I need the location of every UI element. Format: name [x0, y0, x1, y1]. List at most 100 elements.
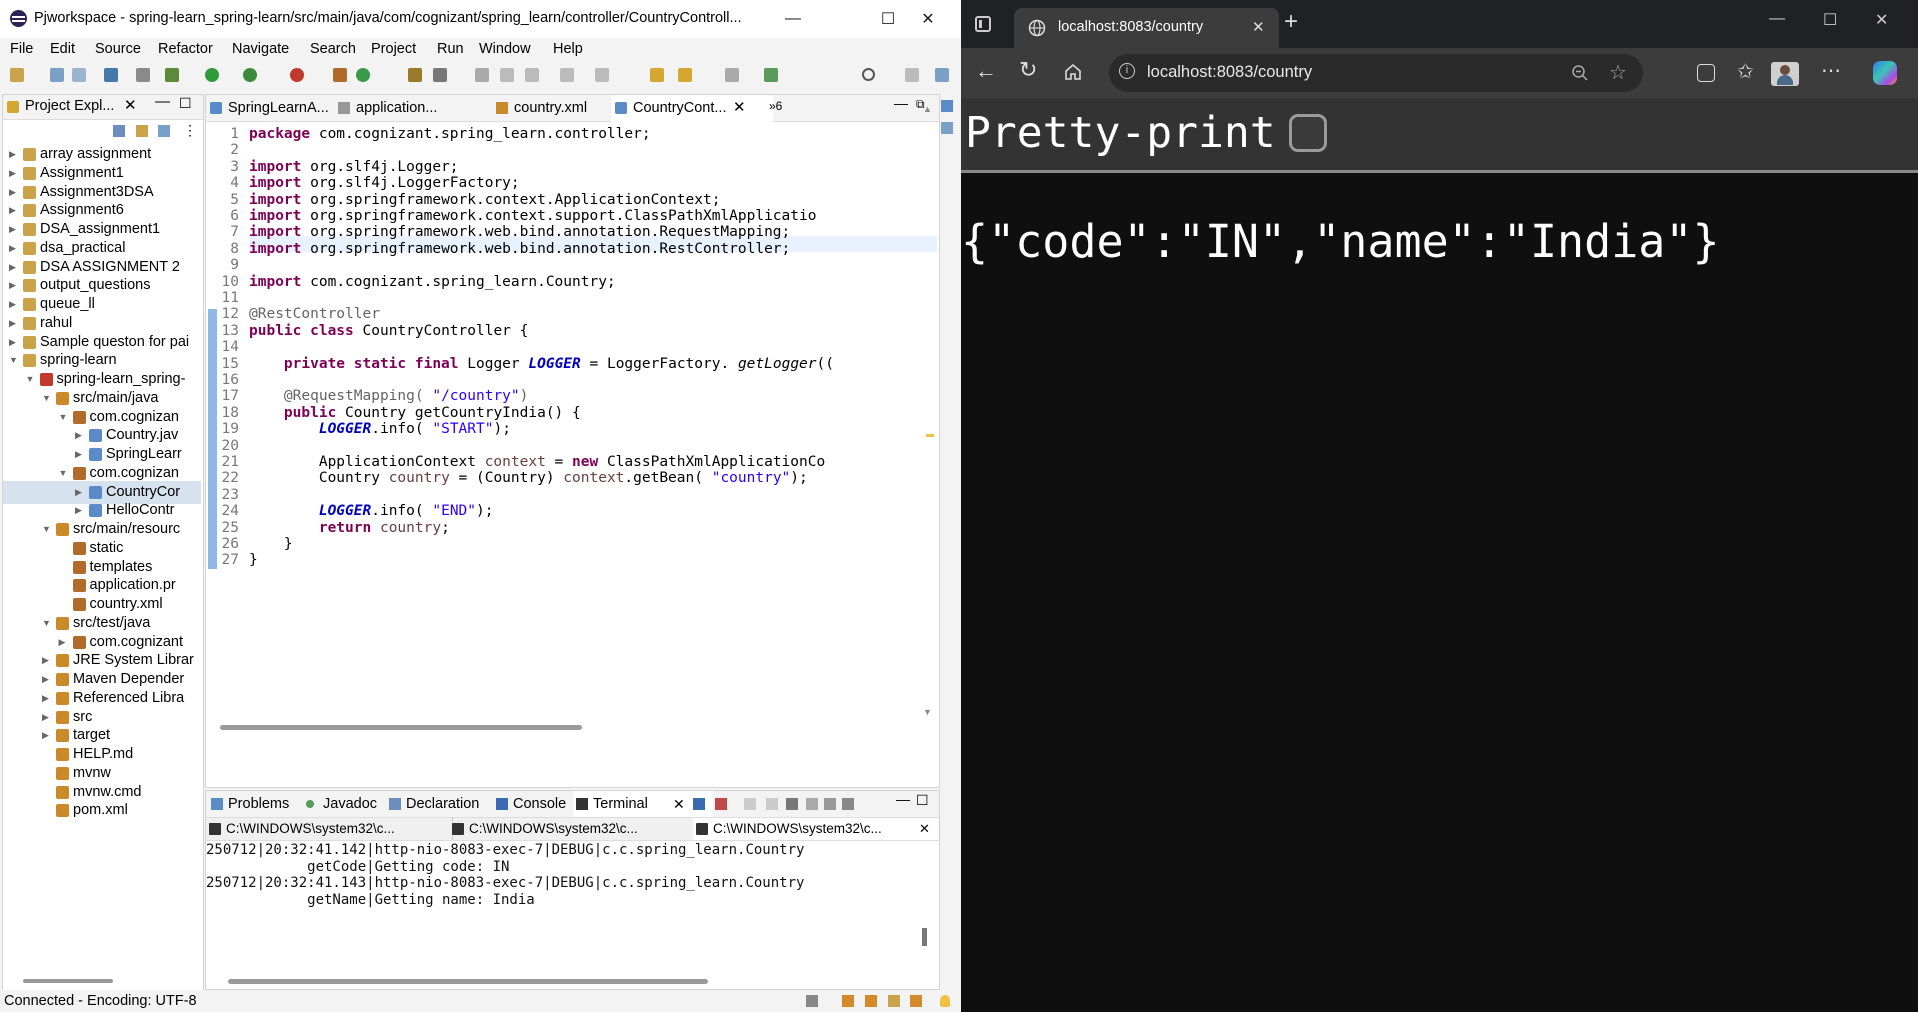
new-java-project-icon[interactable]: [333, 68, 347, 82]
scroll-lock-icon[interactable]: [744, 798, 756, 810]
terminal-vertical-scrollbar[interactable]: [922, 928, 927, 946]
tip-bulb-icon[interactable]: [940, 995, 950, 1007]
menu-search[interactable]: Search: [310, 41, 356, 57]
editor-horizontal-scrollbar[interactable]: [220, 725, 582, 730]
back-arrow-icon[interactable]: ←: [975, 58, 997, 84]
close-terminal-icon[interactable]: ✕: [919, 818, 930, 840]
extensions-icon[interactable]: [1697, 64, 1715, 82]
open-perspective-icon[interactable]: [905, 68, 919, 82]
home-icon[interactable]: [1063, 62, 1083, 82]
close-tab-icon[interactable]: ✕: [733, 95, 746, 121]
menu-help[interactable]: Help: [553, 41, 583, 57]
tab-javadoc[interactable]: Javadoc: [303, 791, 377, 817]
java-perspective-icon[interactable]: [935, 68, 949, 82]
url-text[interactable]: localhost:8083/country: [1147, 63, 1312, 82]
favorites-icon[interactable]: ✩: [1737, 59, 1754, 84]
tab-problems[interactable]: Problems: [208, 791, 289, 817]
new-terminal-icon[interactable]: [693, 798, 705, 810]
new-package-icon[interactable]: [356, 68, 370, 82]
new-icon[interactable]: [10, 68, 24, 82]
minimize-editor-icon[interactable]: —: [894, 95, 908, 111]
tab-application-properties[interactable]: application...: [334, 95, 476, 121]
minimize-button[interactable]: —: [770, 0, 816, 38]
status-tool-icon[interactable]: [806, 995, 818, 1007]
terminal-horizontal-scrollbar[interactable]: [228, 979, 708, 984]
search-icon[interactable]: [862, 68, 875, 81]
terminal-output[interactable]: 250712|20:32:41.142|http-nio-8083-exec-7…: [206, 842, 919, 962]
address-bar[interactable]: i localhost:8083/country ☆: [1109, 54, 1643, 92]
terminal-tab-2[interactable]: C:\WINDOWS\system32\c...: [449, 818, 696, 840]
last-edit-icon[interactable]: [650, 68, 664, 82]
maximize-view-icon[interactable]: ☐: [179, 95, 192, 112]
search-tool-icon[interactable]: [433, 68, 447, 82]
filter-icon[interactable]: [158, 125, 170, 137]
pin-editor-icon[interactable]: [764, 68, 778, 82]
outline-icon[interactable]: [941, 100, 953, 112]
menu-source[interactable]: Source: [95, 41, 141, 57]
disconnect-icon[interactable]: [715, 798, 727, 810]
tab-terminal[interactable]: Terminal ✕: [573, 791, 713, 817]
site-info-icon[interactable]: i: [1119, 63, 1135, 79]
coverage-icon[interactable]: [243, 68, 257, 82]
link-editor-icon[interactable]: [136, 125, 148, 137]
copy-icon[interactable]: [806, 798, 818, 810]
menu-refactor[interactable]: Refactor: [158, 41, 213, 57]
status-book-icon[interactable]: [865, 995, 877, 1007]
close-tab-icon[interactable]: ✕: [673, 791, 685, 817]
code-area[interactable]: 1 package com.cognizant.spring_learn.cont…: [206, 122, 939, 752]
status-brush-icon[interactable]: [910, 995, 922, 1007]
menu-run[interactable]: Run: [437, 41, 464, 57]
project-tree-item[interactable]: pom.xml: [3, 799, 201, 822]
zoom-out-icon[interactable]: [1571, 64, 1589, 82]
menu-edit[interactable]: Edit: [50, 41, 75, 57]
scroll-down-icon[interactable]: ▼: [923, 707, 932, 717]
profile-avatar[interactable]: [1771, 62, 1799, 86]
more-tabs-button[interactable]: »6: [769, 99, 782, 113]
reload-icon[interactable]: ↻: [1019, 57, 1037, 83]
new-tab-button[interactable]: +: [1284, 8, 1298, 36]
save-all-icon[interactable]: [72, 68, 86, 82]
open-console-icon[interactable]: [104, 68, 118, 82]
browser-maximize-button[interactable]: ☐: [1823, 10, 1837, 30]
back-icon[interactable]: [678, 68, 692, 82]
explorer-scrollbar[interactable]: [23, 979, 113, 983]
menu-file[interactable]: File: [10, 41, 33, 57]
run-icon[interactable]: [205, 68, 219, 82]
close-tab-icon[interactable]: ✕: [1252, 18, 1265, 36]
favorite-star-icon[interactable]: ☆: [1609, 60, 1627, 85]
scroll-up-icon[interactable]: ▲: [923, 104, 932, 114]
copilot-icon[interactable]: [1873, 61, 1897, 85]
view-menu-icon[interactable]: ⋮: [183, 122, 197, 139]
skip-breakpoints-icon[interactable]: [136, 68, 150, 82]
browser-tab-active[interactable]: localhost:8083/country ✕: [1014, 8, 1279, 48]
close-button[interactable]: ✕: [905, 0, 951, 38]
clear-icon[interactable]: [766, 798, 778, 810]
menu-window[interactable]: Window: [479, 41, 531, 57]
tab-actions-icon[interactable]: [975, 16, 991, 32]
collapse-all-icon[interactable]: [113, 125, 125, 137]
forward-icon[interactable]: [725, 68, 739, 82]
pretty-print-checkbox[interactable]: [1289, 114, 1327, 152]
open-type-icon[interactable]: [408, 68, 422, 82]
browser-close-button[interactable]: ✕: [1875, 10, 1888, 30]
terminal-tab-3[interactable]: C:\WINDOWS\system32\c... ✕: [693, 818, 940, 840]
status-edit-icon[interactable]: [888, 995, 900, 1007]
maximize-panel-icon[interactable]: ☐: [916, 792, 929, 809]
close-view-icon[interactable]: ✕: [124, 96, 137, 114]
minimize-view-icon[interactable]: —: [155, 93, 170, 110]
paste-icon[interactable]: [824, 798, 836, 810]
tab-console[interactable]: Console: [493, 791, 566, 817]
prev-annotation-icon[interactable]: [595, 68, 609, 82]
menu-navigate[interactable]: Navigate: [232, 41, 289, 57]
tab-countrycontroller[interactable]: CountryCont... ✕: [611, 95, 773, 123]
more-options-icon[interactable]: ⋯: [1821, 58, 1841, 83]
status-folder-icon[interactable]: [842, 995, 854, 1007]
next-annotation-icon[interactable]: [560, 68, 574, 82]
toggle-mark-icon[interactable]: [475, 68, 489, 82]
menu-project[interactable]: Project: [371, 41, 416, 57]
tab-declaration[interactable]: Declaration: [386, 791, 479, 817]
settings-icon[interactable]: [786, 798, 798, 810]
external-tools-icon[interactable]: [290, 68, 304, 82]
debug-icon[interactable]: [165, 68, 179, 82]
terminal-tab-1[interactable]: C:\WINDOWS\system32\c...: [206, 818, 453, 840]
